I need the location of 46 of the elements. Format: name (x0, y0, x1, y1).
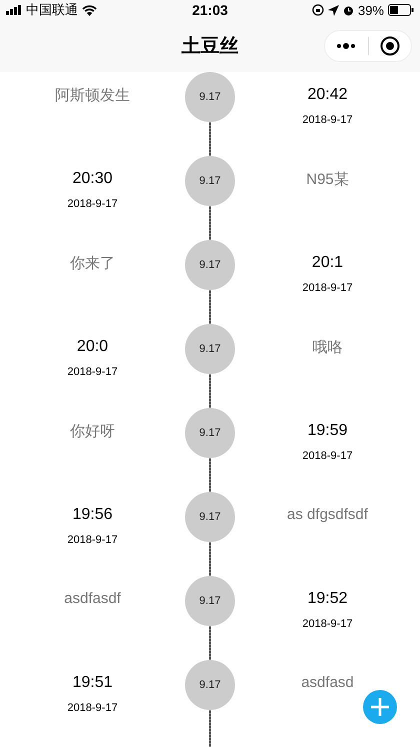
entry-time: 19:52 (307, 590, 348, 608)
signal-icon (6, 5, 22, 15)
entry-time: 20:30 (72, 170, 113, 188)
more-icon (336, 43, 356, 49)
entry-date: 2018-9-17 (302, 618, 353, 630)
entry-time: 20:1 (312, 254, 344, 272)
date-badge: 9.17 (185, 576, 235, 626)
add-button[interactable] (363, 690, 397, 724)
entry-date: 2018-9-17 (302, 450, 353, 462)
entry-date: 2018-9-17 (302, 114, 353, 126)
entry-title: asdfasd (301, 674, 354, 691)
entry-title: 阿斯顿发生 (55, 86, 130, 105)
date-badge: 9.17 (185, 660, 235, 710)
entry-title: 你好呀 (70, 422, 115, 441)
entry-time: 20:0 (76, 338, 108, 356)
entry-time: 19:59 (307, 422, 348, 440)
entry-time: 19:56 (72, 506, 113, 524)
target-icon (380, 36, 400, 56)
entry-date: 2018-9-17 (67, 702, 118, 714)
entry-title: N95某 (306, 170, 349, 189)
date-badge: 9.17 (185, 408, 235, 458)
entry-title: 哦咯 (312, 338, 342, 357)
entry-title: 你来了 (70, 254, 115, 273)
lock-rotation-icon (312, 4, 324, 16)
entry-date: 2018-9-17 (302, 282, 353, 294)
entry-date: 2018-9-17 (67, 366, 118, 378)
clock-time: 21:03 (192, 2, 228, 18)
page-title: 土豆丝 (182, 35, 238, 59)
entry-title: asdfasdf (64, 590, 121, 607)
alarm-icon (342, 4, 354, 16)
entry-time: 20:42 (307, 86, 348, 104)
date-badge: 9.17 (185, 492, 235, 542)
plus-icon (370, 697, 390, 717)
entry-time: 19:51 (72, 674, 113, 692)
battery-percent: 39% (358, 2, 384, 18)
date-badge: 9.17 (185, 324, 235, 374)
entry-title: as dfgsdfsdf (287, 506, 368, 523)
entry-date: 2018-9-17 (67, 534, 118, 546)
date-badge: 9.17 (185, 240, 235, 290)
date-badge: 9.17 (185, 72, 235, 122)
wifi-icon (82, 4, 97, 16)
location-arrow-icon (328, 4, 339, 16)
entry-date: 2018-9-17 (67, 198, 118, 210)
date-badge: 9.17 (185, 156, 235, 206)
battery-icon (388, 4, 414, 16)
carrier-name: 中国联通 (26, 1, 78, 19)
